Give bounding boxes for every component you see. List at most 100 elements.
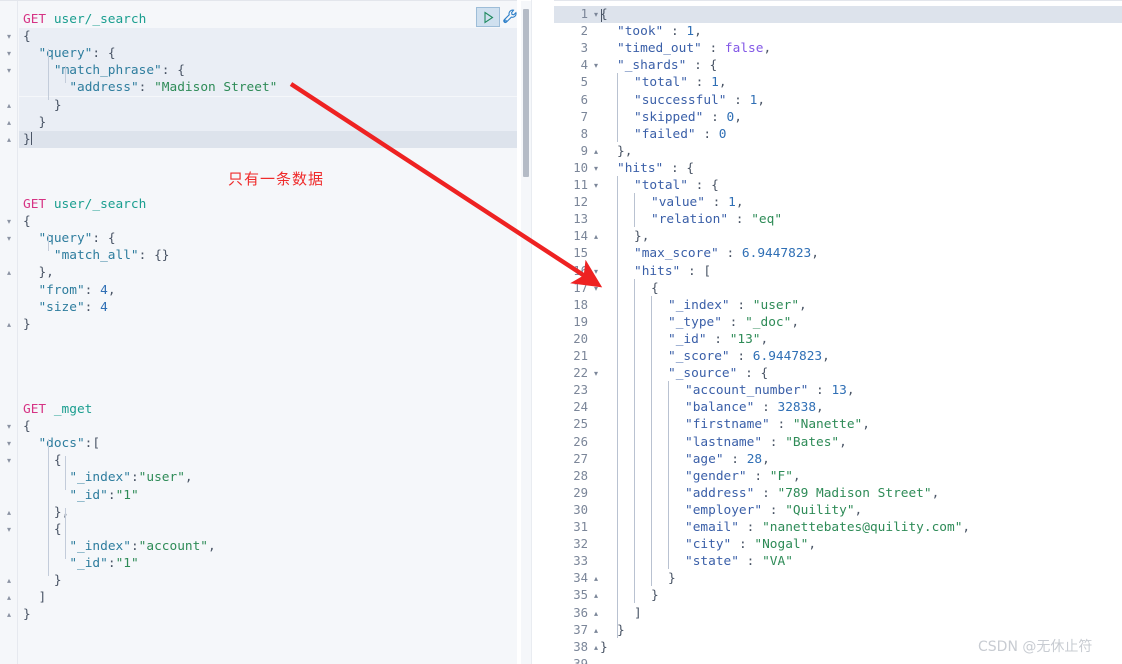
editor-line[interactable]: { [19,452,517,469]
play-run-request-icon[interactable] [476,7,500,27]
fold-toggle-icon[interactable]: ▴ [591,228,601,245]
fold-toggle-icon[interactable]: ▴ [4,135,14,145]
response-line[interactable]: 34 ▴} [554,570,1122,587]
editor-line[interactable]: { [19,418,517,435]
editor-line[interactable]: "docs":[ [19,435,517,452]
response-line[interactable]: 28 "gender" : "F", [554,468,1122,485]
editor-line[interactable]: "_index":"user", [19,469,517,486]
response-line[interactable]: 13 "relation" : "eq" [554,211,1122,228]
response-code-area[interactable]: 1 ▾{2 "took" : 1, 3 "timed_out" : false, 4 ▾ "_… [554,1,1122,664]
fold-toggle-icon[interactable]: ▴ [4,268,14,278]
response-line[interactable]: 21 "_score" : 6.9447823, [554,348,1122,365]
fold-toggle-icon[interactable]: ▴ [4,320,14,330]
response-line[interactable]: 7 "skipped" : 0, [554,109,1122,126]
fold-toggle-icon[interactable]: ▴ [4,508,14,518]
fold-toggle-icon[interactable]: ▾ [591,57,601,74]
editor-line[interactable]: } [19,572,517,589]
response-line[interactable]: 20 "_id" : "13", [554,331,1122,348]
fold-toggle-icon[interactable]: ▾ [591,365,601,382]
editor-line[interactable]: }, [19,264,517,281]
editor-line[interactable]: "from": 4, [19,282,517,299]
fold-toggle-icon[interactable]: ▾ [4,66,14,76]
editor-line[interactable]: { [19,213,517,230]
response-line[interactable]: 4 ▾ "_shards" : { [554,57,1122,74]
response-line[interactable]: 29 "address" : "789 Madison Street", [554,485,1122,502]
editor-line[interactable]: "query": { [19,230,517,247]
fold-toggle-icon[interactable]: ▾ [4,49,14,59]
editor-line[interactable]: } [19,316,517,333]
response-line[interactable]: 30 "employer" : "Quility", [554,502,1122,519]
response-line[interactable]: 15 "max_score" : 6.9447823, [554,245,1122,262]
fold-toggle-icon[interactable]: ▾ [4,525,14,535]
fold-toggle-icon[interactable]: ▾ [4,217,14,227]
editor-line[interactable]: }, [19,504,517,521]
editor-line[interactable]: } [19,96,517,114]
fold-toggle-icon[interactable]: ▾ [4,422,14,432]
response-line[interactable]: 33 "state" : "VA" [554,553,1122,570]
response-line[interactable]: 39 [554,656,1122,664]
editor-line[interactable]: "_id":"1" [19,487,517,504]
fold-toggle-icon[interactable]: ▾ [4,456,14,466]
fold-toggle-icon[interactable]: ▴ [4,118,14,128]
response-line[interactable]: 35 ▴} [554,587,1122,604]
response-line[interactable]: 1 ▾{ [554,6,1122,24]
editor-scrollbar-thumb[interactable] [523,9,529,177]
editor-line[interactable]: } [19,130,517,148]
response-line[interactable]: 25 "firstname" : "Nanette", [554,416,1122,433]
fold-toggle-icon[interactable]: ▾ [591,280,601,297]
request-editor-panel[interactable]: ▾ ▾ ▾ ▴ ▴ ▴ ▾ ▾ ▴ ▴ ▾ ▾ ▾ ▴ ▾ ▴ ▴ ▴ GET user/_search{ "qu… [0,0,531,664]
response-line[interactable]: 14 ▴}, [554,228,1122,245]
response-line[interactable]: 5 "total" : 1, [554,74,1122,91]
editor-line[interactable]: "size": 4 [19,299,517,316]
response-line[interactable]: 26 "lastname" : "Bates", [554,434,1122,451]
response-line[interactable]: 16 ▾ "hits" : [ [554,263,1122,280]
response-line[interactable]: 18 "_index" : "user", [554,297,1122,314]
fold-toggle-icon[interactable]: ▾ [591,160,601,177]
editor-code-area[interactable]: GET user/_search{ "query": { "match_phra… [19,1,517,664]
editor-line[interactable]: "_id":"1" [19,555,517,572]
editor-line[interactable]: } [19,606,517,623]
fold-toggle-icon[interactable]: ▾ [591,263,601,280]
fold-toggle-icon[interactable]: ▾ [4,439,14,449]
fold-toggle-icon[interactable]: ▴ [4,610,14,620]
fold-toggle-icon[interactable]: ▴ [4,593,14,603]
response-line[interactable]: 9 ▴}, [554,143,1122,160]
response-line[interactable]: 6 "successful" : 1, [554,92,1122,109]
response-line[interactable]: 32 "city" : "Nogal", [554,536,1122,553]
fold-toggle-icon[interactable]: ▾ [4,32,14,42]
response-line[interactable]: 24 "balance" : 32838, [554,399,1122,416]
fold-toggle-icon[interactable]: ▴ [591,587,601,604]
wrench-options-icon[interactable] [501,8,519,26]
response-line[interactable]: 12 "value" : 1, [554,194,1122,211]
editor-line[interactable]: GET user/_search [19,11,517,28]
editor-line[interactable]: "match_all": {} [19,247,517,264]
response-line[interactable]: 19 "_type" : "_doc", [554,314,1122,331]
editor-line[interactable]: "match_phrase": { [19,62,517,80]
editor-line[interactable]: } [19,113,517,131]
editor-line[interactable]: GET user/_search [19,196,517,213]
editor-line[interactable]: { [19,521,517,538]
fold-toggle-icon[interactable]: ▴ [591,143,601,160]
fold-toggle-icon[interactable]: ▴ [591,570,601,587]
response-line[interactable]: 17 ▾ { [554,280,1122,297]
response-line[interactable]: 10 ▾ "hits" : { [554,160,1122,177]
editor-line[interactable]: { [19,28,517,46]
editor-line[interactable]: "_index":"account", [19,538,517,555]
editor-line[interactable]: "address": "Madison Street" [19,79,517,97]
response-line[interactable]: 36 ▴] [554,605,1122,622]
response-line[interactable]: 3 "timed_out" : false, [554,40,1122,57]
response-line[interactable]: 23 "account_number" : 13, [554,382,1122,399]
panel-splitter[interactable]: || [531,0,1078,664]
response-line[interactable]: 8 "failed" : 0 [554,126,1122,143]
fold-toggle-icon[interactable]: ▾ [4,234,14,244]
fold-toggle-icon[interactable]: ▴ [591,605,601,622]
response-line[interactable]: 22 ▾ "_source" : { [554,365,1122,382]
editor-line[interactable]: GET _mget [19,401,517,418]
response-panel[interactable]: 1 ▾{2 "took" : 1, 3 "timed_out" : false, 4 ▾ "_… [554,0,1122,664]
editor-line[interactable]: ] [19,589,517,606]
fold-toggle-icon[interactable]: ▴ [591,622,601,639]
response-line[interactable]: 11 ▾ "total" : { [554,177,1122,194]
response-line[interactable]: 2 "took" : 1, [554,23,1122,40]
editor-fold-gutter[interactable]: ▾ ▾ ▾ ▴ ▴ ▴ ▾ ▾ ▴ ▴ ▾ ▾ ▾ ▴ ▾ ▴ ▴ ▴ [0,1,18,664]
fold-toggle-icon[interactable]: ▾ [591,177,601,194]
